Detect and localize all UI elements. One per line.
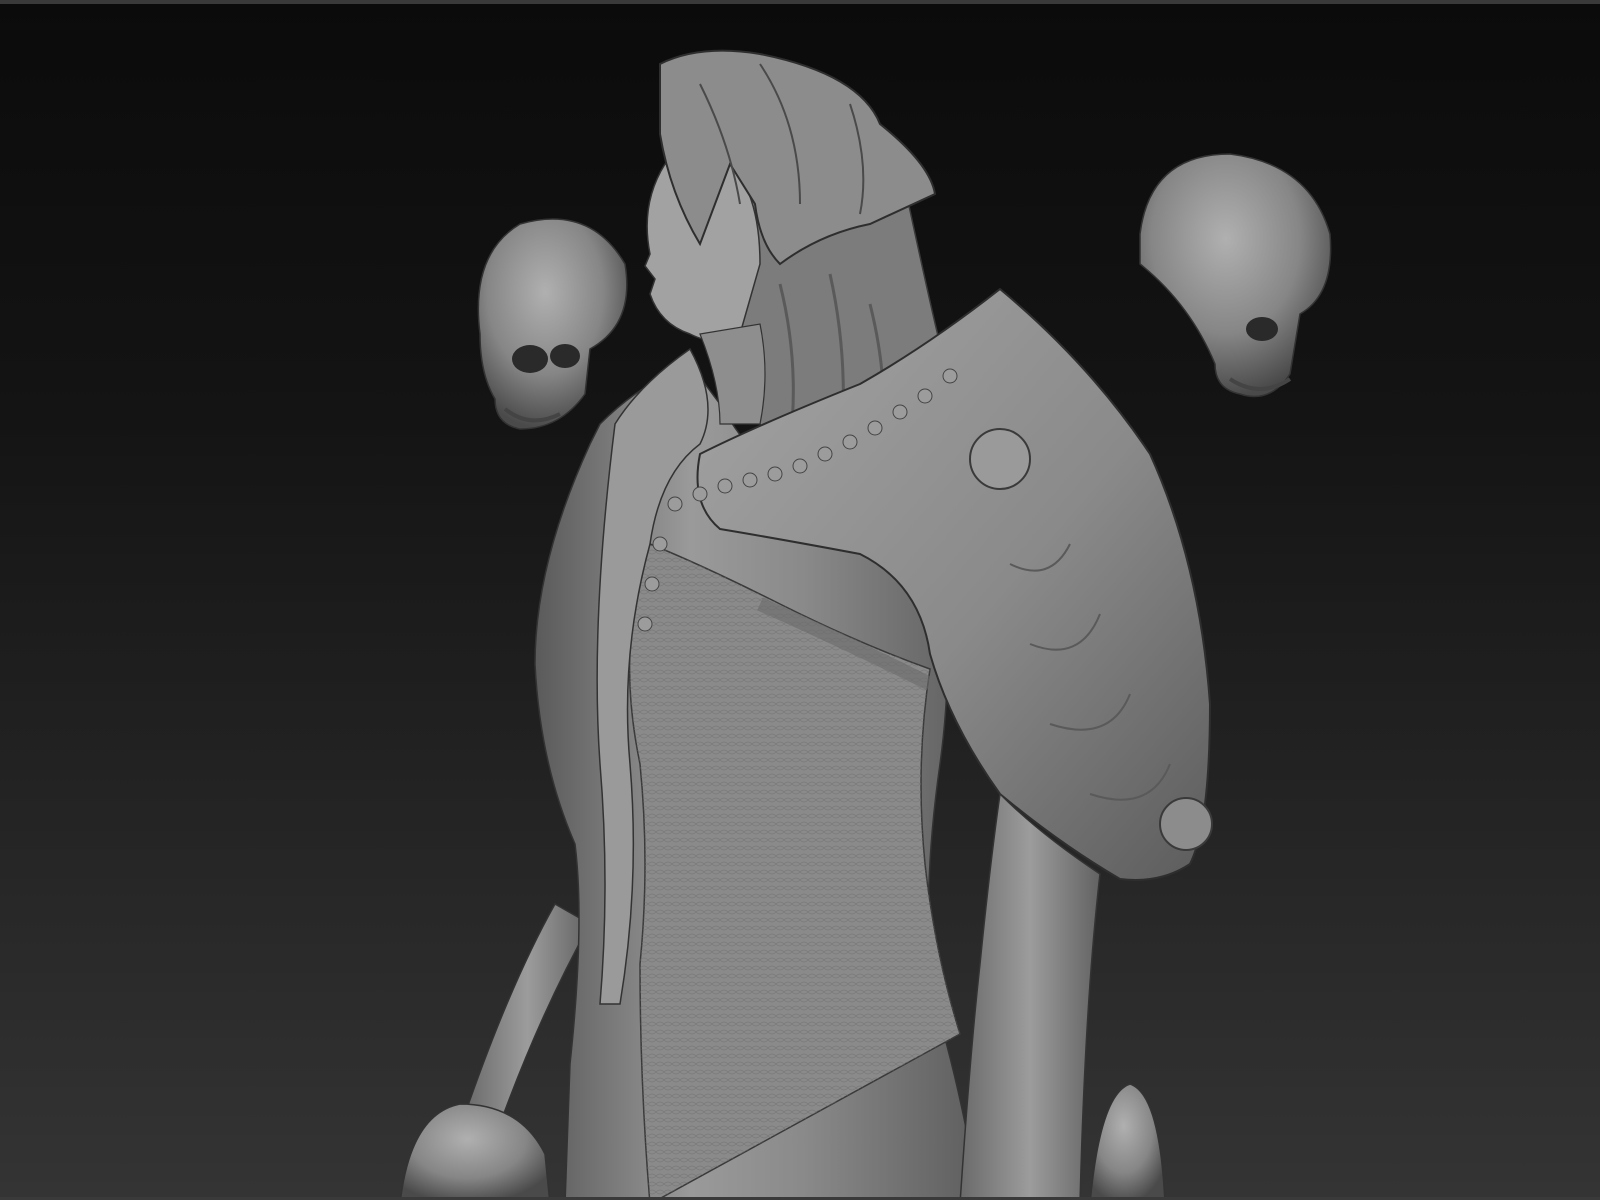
bottom-left-skull[interactable] [400, 1103, 551, 1200]
right-skull[interactable] [1139, 153, 1332, 398]
canvas-frame [0, 0, 1600, 1200]
right-arm[interactable] [959, 792, 1101, 1200]
left-skull[interactable] [477, 218, 628, 430]
bottom-right-skull[interactable] [1089, 1083, 1166, 1200]
sculpt-model[interactable] [0, 4, 1600, 1200]
sculpt-viewport[interactable] [0, 4, 1600, 1197]
